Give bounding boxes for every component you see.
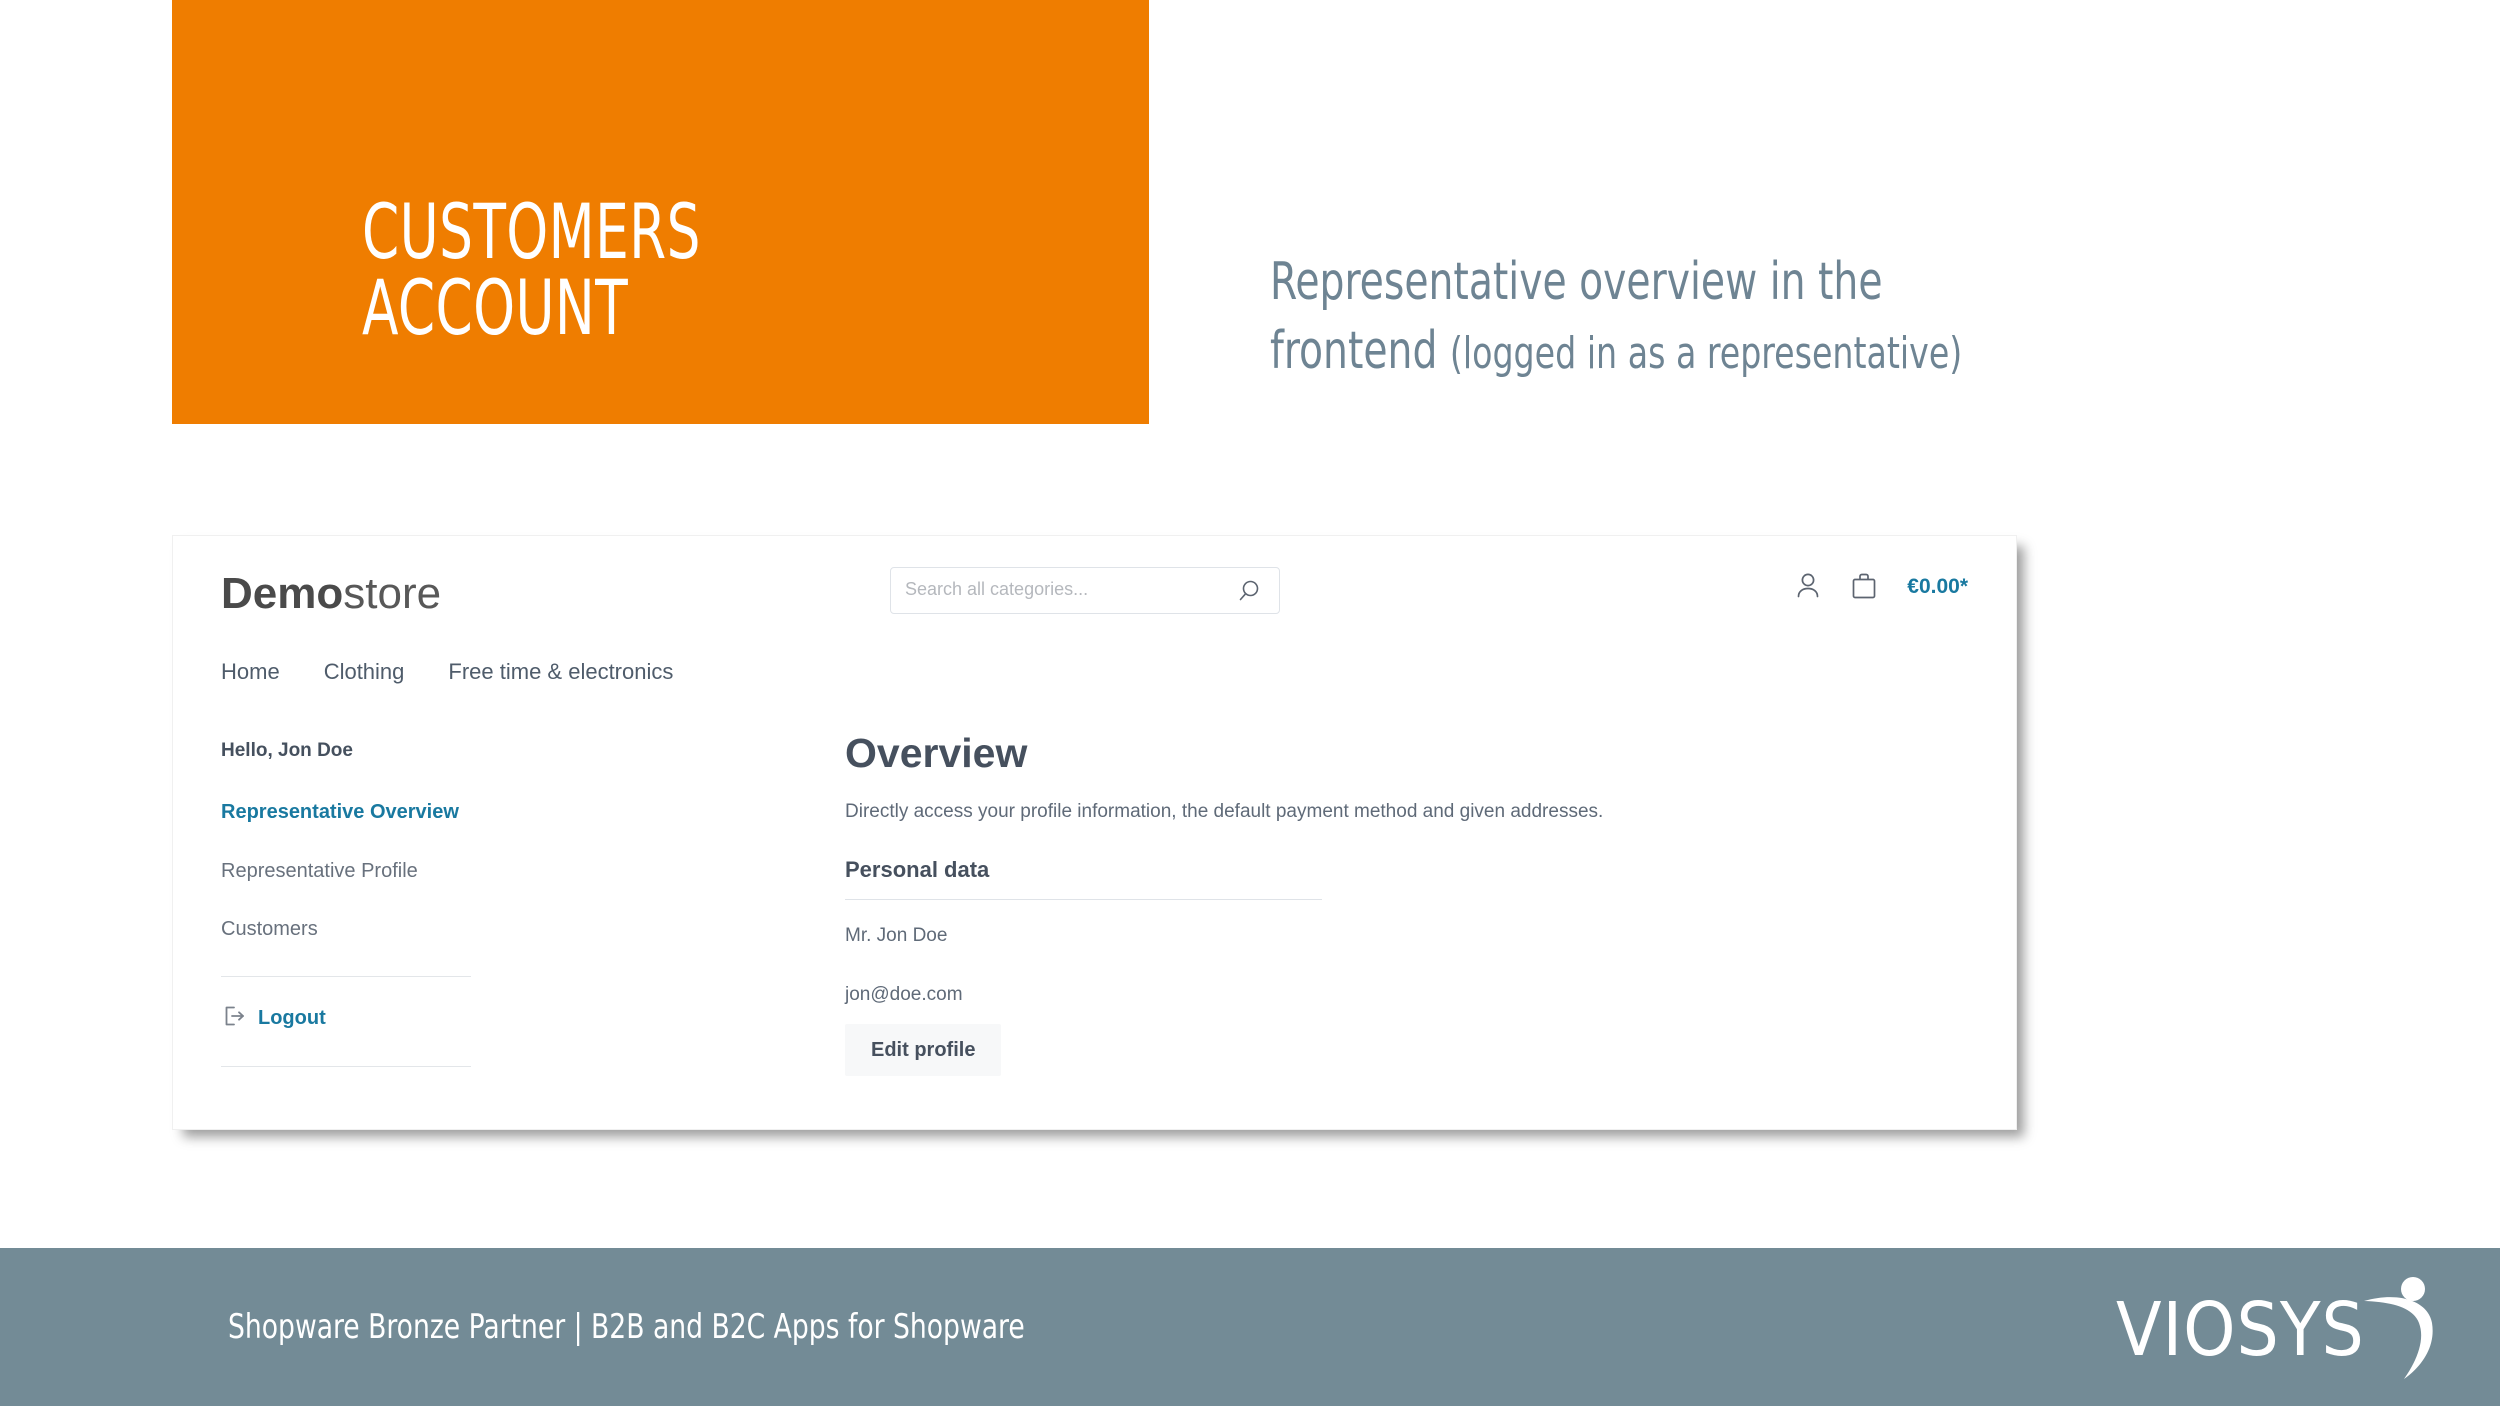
cart-total[interactable]: €0.00* — [1907, 576, 1968, 597]
user-icon[interactable] — [1793, 570, 1823, 602]
svg-text:VIOSYS: VIOSYS — [2116, 1287, 2365, 1373]
sidebar-item-customers[interactable]: Customers — [221, 917, 473, 943]
slide-heading-line2: frontend (logged in as a representative) — [1270, 317, 2261, 386]
store-nav: Home Clothing Free time & electronics — [221, 661, 673, 683]
store-logo[interactable]: Demostore — [221, 572, 441, 616]
section-title-personal-data: Personal data — [845, 857, 990, 882]
page-title: Overview — [845, 730, 1028, 776]
store-logo-bold: Demo — [221, 569, 344, 618]
store-logo-light: store — [343, 569, 442, 618]
nav-item-free-time-electronics[interactable]: Free time & electronics — [448, 661, 673, 683]
viosys-logo: VIOSYS — [2116, 1267, 2476, 1387]
logout-icon — [221, 1003, 247, 1034]
account-main: Overview Directly access your profile in… — [845, 733, 1976, 1076]
slide-heading-line2-main: frontend — [1270, 321, 1450, 382]
logout-label: Logout — [258, 1007, 326, 1030]
store-screenshot-card: Demostore Search all categories... €0.00… — [172, 535, 2017, 1130]
page-description: Directly access your profile information… — [845, 801, 1604, 822]
slide-heading-line1: Representative overview in the — [1270, 252, 1883, 312]
sidebar-divider-bottom — [221, 1065, 471, 1067]
slide-title-text: CUSTOMERS ACCOUNT — [362, 187, 701, 352]
search-box[interactable]: Search all categories... — [890, 567, 1280, 614]
personal-data-email: jon@doe.com — [845, 984, 963, 1005]
slide-heading-note: (logged in as a representative) — [1449, 328, 1963, 380]
personal-data-name: Mr. Jon Doe — [845, 925, 948, 946]
sidebar-item-representative-overview[interactable]: Representative Overview — [221, 800, 473, 826]
account-sidebar: Hello, Jon Doe Representative Overview R… — [221, 741, 473, 1067]
viosys-swoosh-icon — [2364, 1277, 2433, 1379]
header-actions: €0.00* — [1793, 570, 1968, 602]
section-divider — [845, 899, 1322, 900]
search-icon[interactable] — [1239, 578, 1265, 604]
sidebar-item-logout[interactable]: Logout — [221, 977, 473, 1058]
footer-bar: Shopware Bronze Partner | B2B and B2C Ap… — [0, 1248, 2500, 1406]
footer-text: Shopware Bronze Partner | B2B and B2C Ap… — [228, 1307, 1025, 1347]
nav-item-clothing[interactable]: Clothing — [324, 661, 405, 683]
search-input[interactable]: Search all categories... — [905, 580, 1088, 598]
shopping-bag-icon[interactable] — [1849, 570, 1879, 602]
slide-heading: Representative overview in the frontend … — [1270, 248, 2261, 386]
slide-title-block: CUSTOMERS ACCOUNT — [172, 0, 1149, 424]
nav-item-home[interactable]: Home — [221, 661, 280, 683]
sidebar-item-representative-profile[interactable]: Representative Profile — [221, 859, 473, 885]
account-greeting: Hello, Jon Doe — [221, 740, 353, 761]
account-body: Hello, Jon Doe Representative Overview R… — [173, 733, 2016, 1129]
edit-profile-button[interactable]: Edit profile — [845, 1024, 1002, 1076]
store-header: Demostore Search all categories... €0.00… — [173, 536, 2016, 683]
